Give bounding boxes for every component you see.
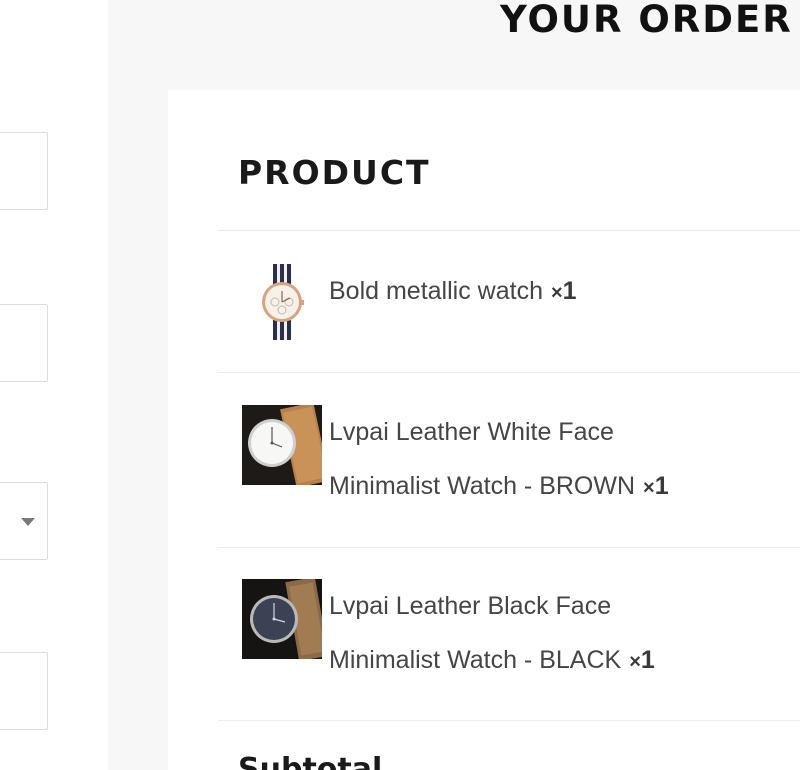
- caret-down-icon: [21, 518, 35, 526]
- product-name: Bold metallic watch: [329, 277, 543, 305]
- product-thumbnail: [242, 402, 330, 488]
- billing-select-field[interactable]: [0, 482, 48, 560]
- billing-field-1[interactable]: [0, 132, 48, 210]
- product-name: Lvpai Leather White Face Minimalist Watc…: [329, 418, 636, 500]
- product-thumbnail: [242, 264, 322, 344]
- divider: [218, 720, 800, 721]
- order-item: Bold metallic watch ×1: [242, 264, 682, 344]
- order-review-panel: YOUR ORDER PRODUCT Bold metallic watch ×…: [108, 0, 800, 770]
- divider: [218, 372, 800, 373]
- product-quantity: ×1: [550, 277, 577, 305]
- divider: [218, 547, 800, 548]
- product-quantity: ×1: [643, 472, 669, 500]
- product-quantity: ×1: [629, 646, 655, 674]
- billing-field-2[interactable]: [0, 304, 48, 382]
- order-summary-card: PRODUCT Bold metallic watch ×1 Lvpai Lea…: [168, 90, 800, 770]
- order-heading: YOUR ORDER: [500, 0, 793, 41]
- subtotal-label: Subtotal: [238, 752, 383, 770]
- divider: [218, 230, 800, 231]
- order-item: Lvpai Leather White Face Minimalist Watc…: [242, 402, 682, 515]
- product-column-header: PRODUCT: [238, 153, 431, 192]
- billing-form: [0, 0, 108, 770]
- order-item: Lvpai Leather Black Face Minimalist Watc…: [242, 577, 682, 689]
- product-thumbnail: [242, 577, 329, 661]
- billing-field-4[interactable]: [0, 652, 48, 730]
- product-name: Lvpai Leather Black Face Minimalist Watc…: [329, 592, 622, 674]
